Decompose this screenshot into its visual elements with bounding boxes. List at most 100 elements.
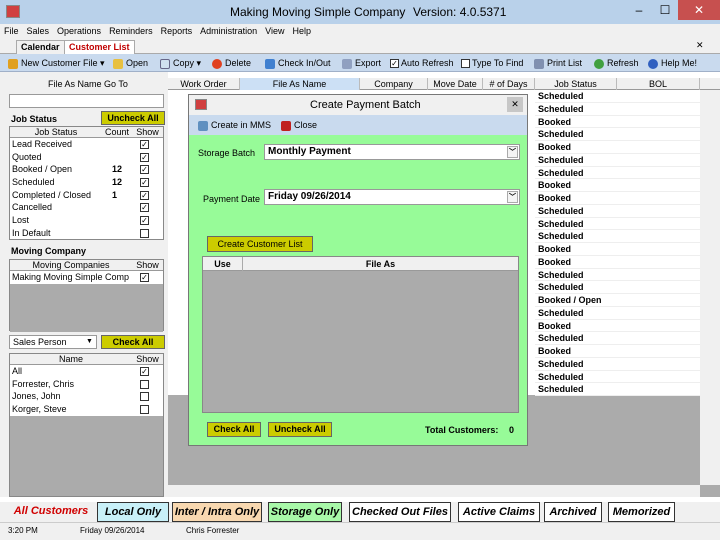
- filter-tab[interactable]: All Customers: [9, 502, 93, 522]
- filter-tab[interactable]: Archived: [544, 502, 602, 522]
- job-status-cell[interactable]: Scheduled: [535, 371, 700, 384]
- job-status-show-checkbox[interactable]: ✓: [140, 140, 149, 149]
- job-status-cell[interactable]: Booked: [535, 179, 700, 192]
- uncheck-all-button[interactable]: Uncheck All: [101, 111, 165, 125]
- job-status-row[interactable]: Scheduled 12 ✓: [10, 176, 163, 189]
- job-status-cell[interactable]: Booked: [535, 116, 700, 129]
- job-status-show-checkbox[interactable]: ✓: [140, 152, 149, 162]
- job-status-show-checkbox[interactable]: ✓: [140, 190, 149, 200]
- delete-button[interactable]: Delete: [212, 55, 251, 71]
- job-status-cell[interactable]: Booked: [535, 320, 700, 333]
- sales-person-row[interactable]: Forrester, Chris: [10, 378, 163, 391]
- menu-administration[interactable]: Administration: [196, 24, 261, 38]
- filter-tab[interactable]: Active Claims: [458, 502, 540, 522]
- create-customer-list-button[interactable]: Create Customer List: [207, 236, 313, 252]
- job-status-cell[interactable]: Scheduled: [535, 281, 700, 294]
- job-status-cell[interactable]: Scheduled: [535, 218, 700, 231]
- menu-reminders[interactable]: Reminders: [105, 24, 157, 38]
- job-status-show-checkbox[interactable]: ✓: [140, 165, 149, 175]
- filter-tab[interactable]: Storage Only: [268, 502, 342, 522]
- sales-person-show-checkbox[interactable]: [140, 392, 149, 402]
- type-to-find-check[interactable]: [461, 59, 470, 69]
- job-status-cell[interactable]: Scheduled: [535, 103, 700, 116]
- check-in-out-button[interactable]: Check In/Out: [265, 55, 331, 71]
- job-status-row[interactable]: Quoted ✓: [10, 151, 163, 164]
- menu-sales[interactable]: Sales: [23, 24, 54, 38]
- moving-company-row[interactable]: Making Moving Simple Comp ✓: [10, 271, 163, 284]
- job-status-row[interactable]: Lost ✓: [10, 214, 163, 227]
- dialog-close-icon[interactable]: ✕: [507, 97, 523, 112]
- dialog-check-all-button[interactable]: Check All: [207, 422, 261, 437]
- col-move-date[interactable]: Move Date: [428, 78, 483, 90]
- storage-batch-select[interactable]: Monthly Payment ﹀: [264, 144, 520, 160]
- sales-person-show-checkbox[interactable]: [140, 405, 149, 415]
- company-show-checkbox[interactable]: ✓: [140, 273, 149, 282]
- job-status-cell[interactable]: Scheduled: [535, 269, 700, 282]
- menu-operations[interactable]: Operations: [53, 24, 105, 38]
- col-file-as-name[interactable]: File As Name: [240, 78, 360, 90]
- job-status-cell[interactable]: Booked: [535, 345, 700, 358]
- job-status-cell[interactable]: Booked: [535, 141, 700, 154]
- job-status-cell[interactable]: Scheduled: [535, 307, 700, 320]
- close-button[interactable]: ✕: [678, 0, 720, 20]
- sales-person-show-checkbox[interactable]: [140, 379, 149, 389]
- dialog-close-button[interactable]: Close: [281, 117, 317, 133]
- sales-person-row[interactable]: Korger, Steve: [10, 403, 163, 416]
- filter-tab[interactable]: Memorized: [608, 502, 675, 522]
- refresh-button[interactable]: Refresh: [594, 55, 639, 71]
- sales-person-row[interactable]: All ✓: [10, 365, 163, 378]
- job-status-row[interactable]: Cancelled ✓: [10, 201, 163, 214]
- auto-refresh-check[interactable]: ✓: [390, 59, 399, 69]
- col-bol[interactable]: BOL: [617, 78, 700, 90]
- goto-input[interactable]: [9, 94, 164, 108]
- export-button[interactable]: Export: [342, 55, 381, 71]
- menu-view[interactable]: View: [261, 24, 288, 38]
- job-status-cell[interactable]: Scheduled: [535, 383, 700, 396]
- job-status-cell[interactable]: Booked: [535, 192, 700, 205]
- job-status-row[interactable]: Booked / Open 12 ✓: [10, 163, 163, 176]
- tab-customer-list[interactable]: Customer List: [64, 40, 135, 54]
- minimize-button[interactable]: –: [626, 0, 652, 20]
- menu-reports[interactable]: Reports: [157, 24, 197, 38]
- col-work-order[interactable]: Work Order: [168, 78, 240, 90]
- job-status-show-checkbox[interactable]: ✓: [140, 216, 149, 226]
- dialog-uncheck-all-button[interactable]: Uncheck All: [268, 422, 332, 437]
- col-company[interactable]: Company: [360, 78, 428, 90]
- maximize-button[interactable]: ☐: [652, 0, 678, 20]
- new-customer-button[interactable]: New Customer File ▾: [8, 55, 105, 71]
- filter-tab[interactable]: Inter / Intra Only: [172, 502, 262, 522]
- job-status-cell[interactable]: Scheduled: [535, 205, 700, 218]
- create-in-mms-button[interactable]: Create in MMS: [198, 117, 271, 133]
- job-status-show-checkbox[interactable]: ✓: [140, 203, 149, 213]
- payment-date-picker[interactable]: Friday 09/26/2014 ﹀: [264, 189, 520, 205]
- filter-tab[interactable]: Checked Out Files: [349, 502, 451, 522]
- person-select[interactable]: Sales Person ▼: [9, 335, 97, 349]
- open-button[interactable]: Open: [113, 55, 148, 71]
- job-status-row[interactable]: Completed / Closed 1 ✓: [10, 189, 163, 202]
- job-status-cell[interactable]: Booked / Open: [535, 294, 700, 307]
- col-num-days[interactable]: # of Days: [483, 78, 535, 90]
- menu-file[interactable]: File: [0, 24, 23, 38]
- tab-close-icon[interactable]: ✕: [696, 40, 704, 51]
- job-status-cell[interactable]: Scheduled: [535, 128, 700, 141]
- col-job-status[interactable]: Job Status: [535, 78, 617, 90]
- job-status-row[interactable]: Lead Received ✓: [10, 138, 163, 151]
- horizontal-scrollbar[interactable]: [168, 485, 700, 497]
- auto-refresh-checkbox[interactable]: ✓ Auto Refresh: [390, 55, 454, 71]
- sales-person-show-checkbox[interactable]: ✓: [140, 367, 149, 376]
- job-status-cell[interactable]: Scheduled: [535, 332, 700, 345]
- job-status-cell[interactable]: Scheduled: [535, 230, 700, 243]
- tab-calendar[interactable]: Calendar: [16, 40, 65, 54]
- job-status-cell[interactable]: Booked: [535, 243, 700, 256]
- job-status-show-checkbox[interactable]: ✓: [140, 178, 149, 188]
- type-to-find-checkbox[interactable]: Type To Find: [461, 55, 523, 71]
- job-status-cell[interactable]: Scheduled: [535, 154, 700, 167]
- job-status-show-checkbox[interactable]: [140, 228, 149, 238]
- filter-tab[interactable]: Local Only: [97, 502, 169, 522]
- help-button[interactable]: Help Me!: [648, 55, 697, 71]
- print-list-button[interactable]: Print List: [534, 55, 582, 71]
- vertical-scrollbar[interactable]: [700, 90, 720, 485]
- job-status-cell[interactable]: Booked: [535, 256, 700, 269]
- copy-button[interactable]: Copy ▾: [160, 55, 201, 71]
- check-all-button[interactable]: Check All: [101, 335, 165, 349]
